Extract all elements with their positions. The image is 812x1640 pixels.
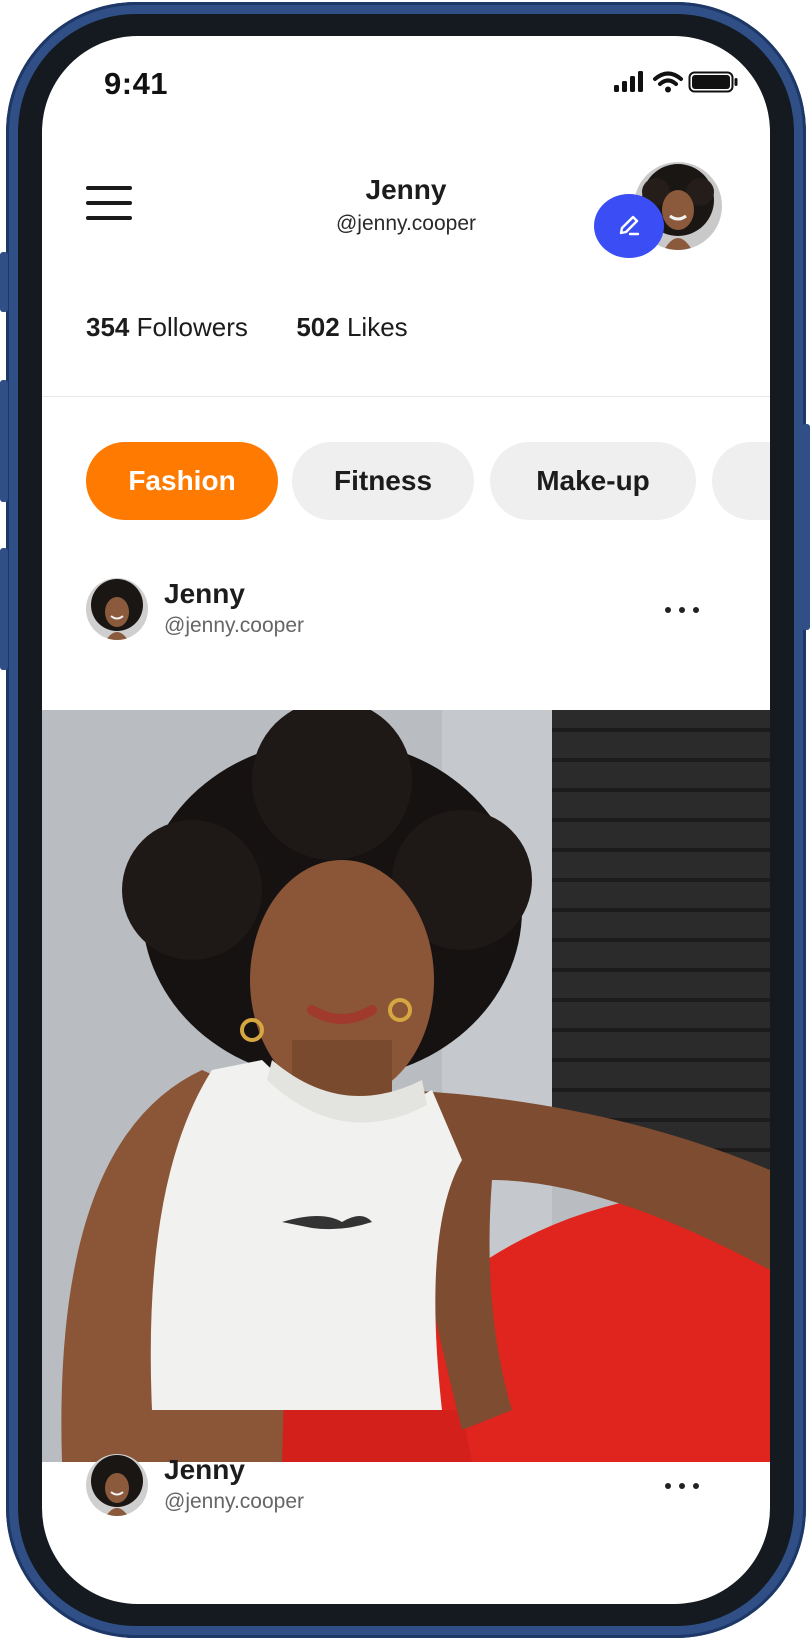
phone-volume-down-button: [0, 548, 8, 670]
post-author-name: Jenny: [164, 578, 245, 609]
chip-fashion[interactable]: Fashion: [86, 442, 278, 520]
phone-power-button: [802, 424, 810, 630]
ellipsis-icon[interactable]: [662, 600, 702, 620]
pencil-icon: [619, 215, 640, 236]
post-author-name: Jenny: [164, 1454, 245, 1485]
post-photo[interactable]: [42, 710, 770, 1462]
ellipsis-icon[interactable]: [662, 1476, 702, 1496]
header-divider: [42, 396, 770, 397]
chip-fitness[interactable]: Fitness: [292, 442, 474, 520]
chip-more-partial[interactable]: [712, 442, 770, 520]
status-icons: [612, 70, 742, 94]
post-header: Jenny @jenny.cooper: [42, 578, 770, 648]
post-author-handle: @jenny.cooper: [164, 1490, 305, 1513]
cellular-signal-icon: [614, 71, 738, 93]
app-screen: 9:41 Jenny @jenny.cooper 354 Followers 5…: [42, 36, 770, 1604]
profile-stats: 354 Followers 502 Likes: [86, 312, 408, 343]
edit-profile-button[interactable]: [594, 194, 664, 258]
post-header: Jenny @jenny.cooper: [42, 1454, 770, 1524]
followers-label: Followers: [136, 312, 248, 342]
followers-count: 354: [86, 312, 130, 342]
likes-label: Likes: [346, 312, 408, 342]
chip-makeup[interactable]: Make-up: [490, 442, 696, 520]
status-time: 9:41: [104, 66, 169, 101]
phone-volume-up-button: [0, 380, 8, 502]
wifi-icon: [653, 71, 683, 93]
battery-icon: [688, 71, 738, 93]
post-author-avatar[interactable]: [86, 578, 148, 640]
phone-mute-button: [0, 252, 8, 312]
post-author-avatar[interactable]: [86, 1454, 148, 1516]
category-chips: Fashion Fitness Make-up: [86, 442, 770, 520]
post-author-handle: @jenny.cooper: [164, 614, 305, 637]
likes-count: 502: [296, 312, 340, 342]
